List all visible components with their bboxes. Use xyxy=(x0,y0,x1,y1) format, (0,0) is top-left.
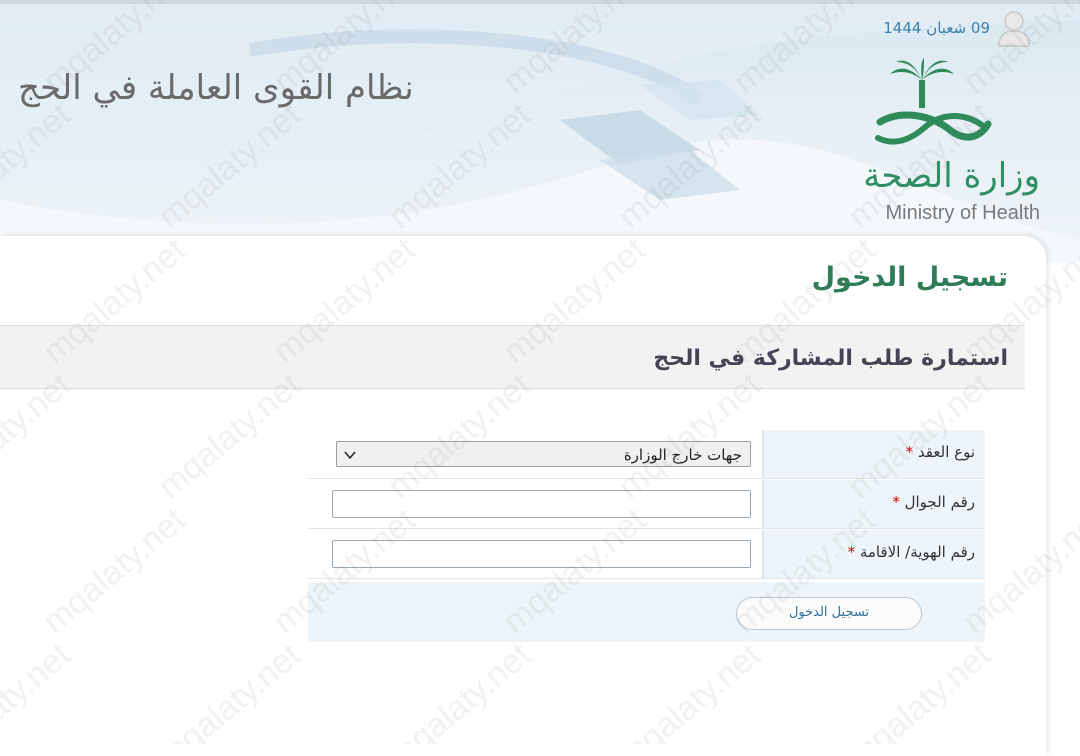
system-title: نظام القوى العاملة في الحج xyxy=(18,68,414,108)
contract-type-select[interactable]: جهات خارج الوزارة xyxy=(336,441,751,467)
contract-type-selected-value: جهات خارج الوزارة xyxy=(623,446,742,464)
label-cell: رقم الهوية/ الاقامة * xyxy=(762,530,985,578)
participation-form: نوع العقد * جهات خارج الوزارة رقم الجوال… xyxy=(308,430,985,642)
form-submit-row: تسجيل الدخول xyxy=(308,582,985,642)
hijri-date: 09 شعبان 1444 xyxy=(883,19,990,37)
mobile-label-text: رقم الجوال xyxy=(904,493,975,511)
label-cell: رقم الجوال * xyxy=(762,480,985,528)
logo-arabic-name: وزارة الصحة xyxy=(863,156,1040,196)
required-mark: * xyxy=(905,443,914,461)
top-border xyxy=(0,0,1080,4)
label-cell: نوع العقد * xyxy=(762,430,985,478)
watermark-text: mqalaty.net xyxy=(1071,635,1080,744)
logo-english-name: Ministry of Health xyxy=(885,202,1041,224)
id-number-input[interactable] xyxy=(332,540,751,568)
form-row-mobile: رقم الجوال * xyxy=(308,480,985,529)
id-number-label-text: رقم الهوية/ الاقامة xyxy=(859,543,975,561)
mobile-number-input[interactable] xyxy=(332,490,751,518)
chevron-down-icon xyxy=(344,451,356,460)
required-mark: * xyxy=(892,493,900,511)
user-avatar-icon xyxy=(998,11,1030,47)
page-header: نظام القوى العاملة في الحج 09 شعبان 1444… xyxy=(0,0,1080,262)
user-info: 09 شعبان 1444 xyxy=(883,8,1032,48)
watermark-text: mqalaty.net xyxy=(1071,365,1080,506)
palm-swords-emblem-icon xyxy=(875,58,992,145)
required-mark: * xyxy=(847,543,856,561)
contract-type-label: نوع العقد * xyxy=(902,443,975,461)
contract-type-label-text: نوع العقد xyxy=(917,443,975,461)
id-number-label: رقم الهوية/ الاقامة * xyxy=(844,543,975,561)
section-title: استمارة طلب المشاركة في الحج xyxy=(653,346,1008,371)
login-button[interactable]: تسجيل الدخول xyxy=(736,597,922,630)
page-title: تسجيل الدخول xyxy=(811,262,1008,293)
form-row-id-number: رقم الهوية/ الاقامة * xyxy=(308,530,985,579)
ministry-logo: وزارة الصحة Ministry of Health xyxy=(840,58,1040,228)
form-row-contract-type: نوع العقد * جهات خارج الوزارة xyxy=(308,430,985,479)
mobile-label: رقم الجوال * xyxy=(888,493,975,511)
